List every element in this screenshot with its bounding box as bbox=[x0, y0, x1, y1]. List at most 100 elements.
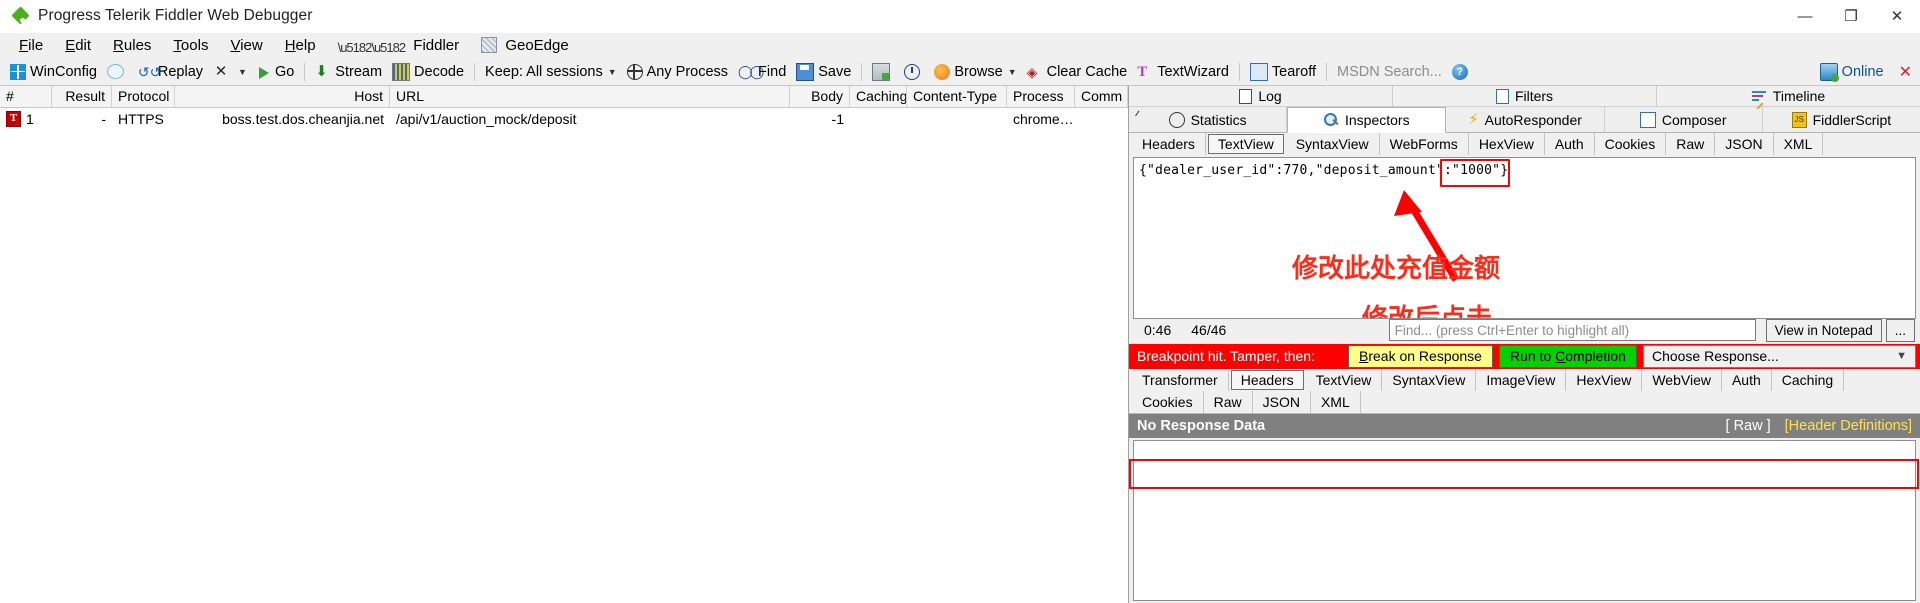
col-caching[interactable]: Caching bbox=[850, 86, 907, 107]
run-to-completion-button[interactable]: Run to Completion bbox=[1499, 345, 1637, 368]
raw-link[interactable]: [ Raw ] bbox=[1726, 418, 1771, 434]
menu-edit[interactable]: Edit bbox=[54, 35, 102, 56]
tab-cookies[interactable]: Cookies bbox=[1595, 133, 1667, 155]
remove-x-icon: ✕ bbox=[213, 64, 229, 80]
tab-composer-label: Composer bbox=[1662, 112, 1727, 128]
comment-button[interactable] bbox=[102, 62, 133, 81]
resp-tab-hexview[interactable]: HexView bbox=[1566, 369, 1642, 391]
table-row[interactable]: T 1 - HTTPS boss.test.dos.cheanjia.net /… bbox=[0, 108, 1128, 130]
more-options-button[interactable]: ... bbox=[1886, 319, 1915, 342]
online-label: Online bbox=[1842, 64, 1884, 80]
tab-composer[interactable]: Composer bbox=[1605, 107, 1763, 132]
decode-label: Decode bbox=[414, 64, 464, 80]
tab-timeline[interactable]: Timeline bbox=[1657, 86, 1920, 107]
resp-tab-xml[interactable]: XML bbox=[1311, 391, 1361, 413]
resp-tab-cookies[interactable]: Cookies bbox=[1132, 391, 1204, 413]
tab-textview[interactable]: TextView bbox=[1208, 134, 1284, 154]
stream-button[interactable]: ⬇ Stream bbox=[310, 62, 387, 82]
tab-log[interactable]: Log bbox=[1129, 86, 1393, 107]
browse-button[interactable]: Browse ▼ bbox=[929, 62, 1021, 82]
tab-headers[interactable]: Headers bbox=[1132, 133, 1206, 155]
remove-button[interactable]: ✕ ▼ bbox=[208, 62, 252, 82]
textwizard-button[interactable]: T TextWizard bbox=[1132, 62, 1234, 82]
minimize-button[interactable]: — bbox=[1782, 0, 1828, 32]
resp-tab-caching[interactable]: Caching bbox=[1772, 369, 1844, 391]
col-comments[interactable]: Comm bbox=[1075, 86, 1128, 107]
screenshot-button[interactable] bbox=[867, 61, 899, 83]
tab-hexview[interactable]: HexView bbox=[1469, 133, 1545, 155]
find-button[interactable]: ◯◯ Find bbox=[733, 62, 791, 82]
close-button[interactable]: ✕ bbox=[1874, 0, 1920, 32]
choose-response-dropdown[interactable]: Choose Response... ▼ bbox=[1643, 345, 1916, 368]
save-disk-icon bbox=[796, 63, 814, 81]
col-content-type[interactable]: Content-Type bbox=[907, 86, 1007, 107]
tab-fiddlerscript[interactable]: JS FiddlerScript bbox=[1763, 107, 1920, 132]
resp-tab-syntaxview[interactable]: SyntaxView bbox=[1382, 369, 1476, 391]
resp-tab-transformer[interactable]: Transformer bbox=[1132, 369, 1229, 391]
go-button[interactable]: Go bbox=[252, 62, 299, 82]
menu-geoedge[interactable]: GeoEdge bbox=[470, 35, 580, 56]
target-icon bbox=[627, 64, 643, 80]
replay-label: Replay bbox=[158, 64, 203, 80]
resp-tab-headers[interactable]: Headers bbox=[1231, 370, 1304, 390]
textview-editor[interactable]: {"dealer_user_id":770,"deposit_amount":"… bbox=[1133, 157, 1916, 319]
tab-webforms[interactable]: WebForms bbox=[1380, 133, 1469, 155]
view-in-notepad-button[interactable]: View in Notepad bbox=[1766, 319, 1882, 342]
maximize-button[interactable]: ❐ bbox=[1828, 0, 1874, 32]
any-process-button[interactable]: Any Process bbox=[622, 62, 733, 82]
menu-help[interactable]: Help bbox=[274, 35, 327, 56]
tab-inspectors[interactable]: Inspectors bbox=[1287, 107, 1446, 133]
online-status-button[interactable]: Online bbox=[1815, 61, 1889, 83]
break-on-response-button[interactable]: Break on Response bbox=[1348, 345, 1493, 368]
tab-syntaxview[interactable]: SyntaxView bbox=[1286, 133, 1380, 155]
msdn-search-input[interactable]: MSDN Search... bbox=[1332, 62, 1447, 82]
resp-tab-raw[interactable]: Raw bbox=[1204, 391, 1253, 413]
tab-raw[interactable]: Raw bbox=[1666, 133, 1715, 155]
keep-sessions-dropdown[interactable]: Keep: All sessions ▼ bbox=[480, 62, 622, 82]
tab-filters[interactable]: Filters bbox=[1393, 86, 1657, 107]
col-result[interactable]: Result bbox=[52, 86, 112, 107]
breakpoint-message: Breakpoint hit. Tamper, then: bbox=[1131, 348, 1342, 364]
help-button[interactable]: ? bbox=[1447, 62, 1473, 82]
header-definitions-link[interactable]: [Header Definitions] bbox=[1785, 418, 1912, 434]
menu-rules[interactable]: Rules bbox=[102, 35, 162, 56]
resp-tab-textview[interactable]: TextView bbox=[1306, 369, 1383, 391]
menu-view[interactable]: View bbox=[219, 35, 273, 56]
resp-tab-json[interactable]: JSON bbox=[1253, 391, 1311, 413]
response-inspector-tabs-row1: Transformer Headers TextView SyntaxView … bbox=[1129, 369, 1920, 391]
toolbar-close-icon[interactable]: ✕ bbox=[1899, 62, 1912, 82]
tearoff-button[interactable]: Tearoff bbox=[1245, 61, 1321, 83]
find-input[interactable]: Find... (press Ctrl+Enter to highlight a… bbox=[1389, 319, 1756, 341]
menu-fiddler[interactable]: \u5182\u5182 Fiddler bbox=[327, 35, 471, 57]
col-process[interactable]: Process bbox=[1007, 86, 1075, 107]
tab-auth[interactable]: Auth bbox=[1545, 133, 1595, 155]
title-bar: Progress Telerik Fiddler Web Debugger — … bbox=[0, 0, 1920, 33]
save-button[interactable]: Save bbox=[791, 61, 856, 83]
tab-json[interactable]: JSON bbox=[1715, 133, 1773, 155]
resp-tab-webview[interactable]: WebView bbox=[1642, 369, 1722, 391]
menu-tools[interactable]: Tools bbox=[162, 35, 219, 56]
decode-button[interactable]: Decode bbox=[387, 61, 469, 83]
winconfig-button[interactable]: WinConfig bbox=[5, 62, 102, 82]
resp-tab-imageview[interactable]: ImageView bbox=[1476, 369, 1566, 391]
clear-cache-label: Clear Cache bbox=[1047, 64, 1128, 80]
col-host[interactable]: Host bbox=[175, 86, 390, 107]
clear-cache-button[interactable]: ◈ Clear Cache bbox=[1022, 62, 1133, 82]
textwizard-icon: T bbox=[1137, 64, 1153, 80]
response-body-box[interactable] bbox=[1133, 440, 1916, 602]
tab-autoresponder[interactable]: ⚡ AutoResponder bbox=[1446, 107, 1604, 132]
inspector-pane: Log Filters Timeline Statistics bbox=[1129, 86, 1920, 603]
col-protocol[interactable]: Protocol bbox=[112, 86, 175, 107]
col-url[interactable]: URL bbox=[390, 86, 790, 107]
col-body[interactable]: Body bbox=[790, 86, 850, 107]
geoedge-icon bbox=[481, 37, 497, 53]
right-main-tabs: Statistics Inspectors ⚡ AutoResponder Co… bbox=[1129, 107, 1920, 133]
timer-button[interactable] bbox=[899, 62, 929, 82]
tab-xml[interactable]: XML bbox=[1774, 133, 1824, 155]
replay-button[interactable]: ↺↺ Replay bbox=[133, 62, 208, 82]
resp-tab-auth[interactable]: Auth bbox=[1722, 369, 1772, 391]
row-body: -1 bbox=[790, 111, 850, 127]
menu-file[interactable]: File bbox=[8, 35, 54, 56]
col-num[interactable]: # bbox=[0, 86, 52, 107]
tab-statistics[interactable]: Statistics bbox=[1129, 107, 1287, 132]
